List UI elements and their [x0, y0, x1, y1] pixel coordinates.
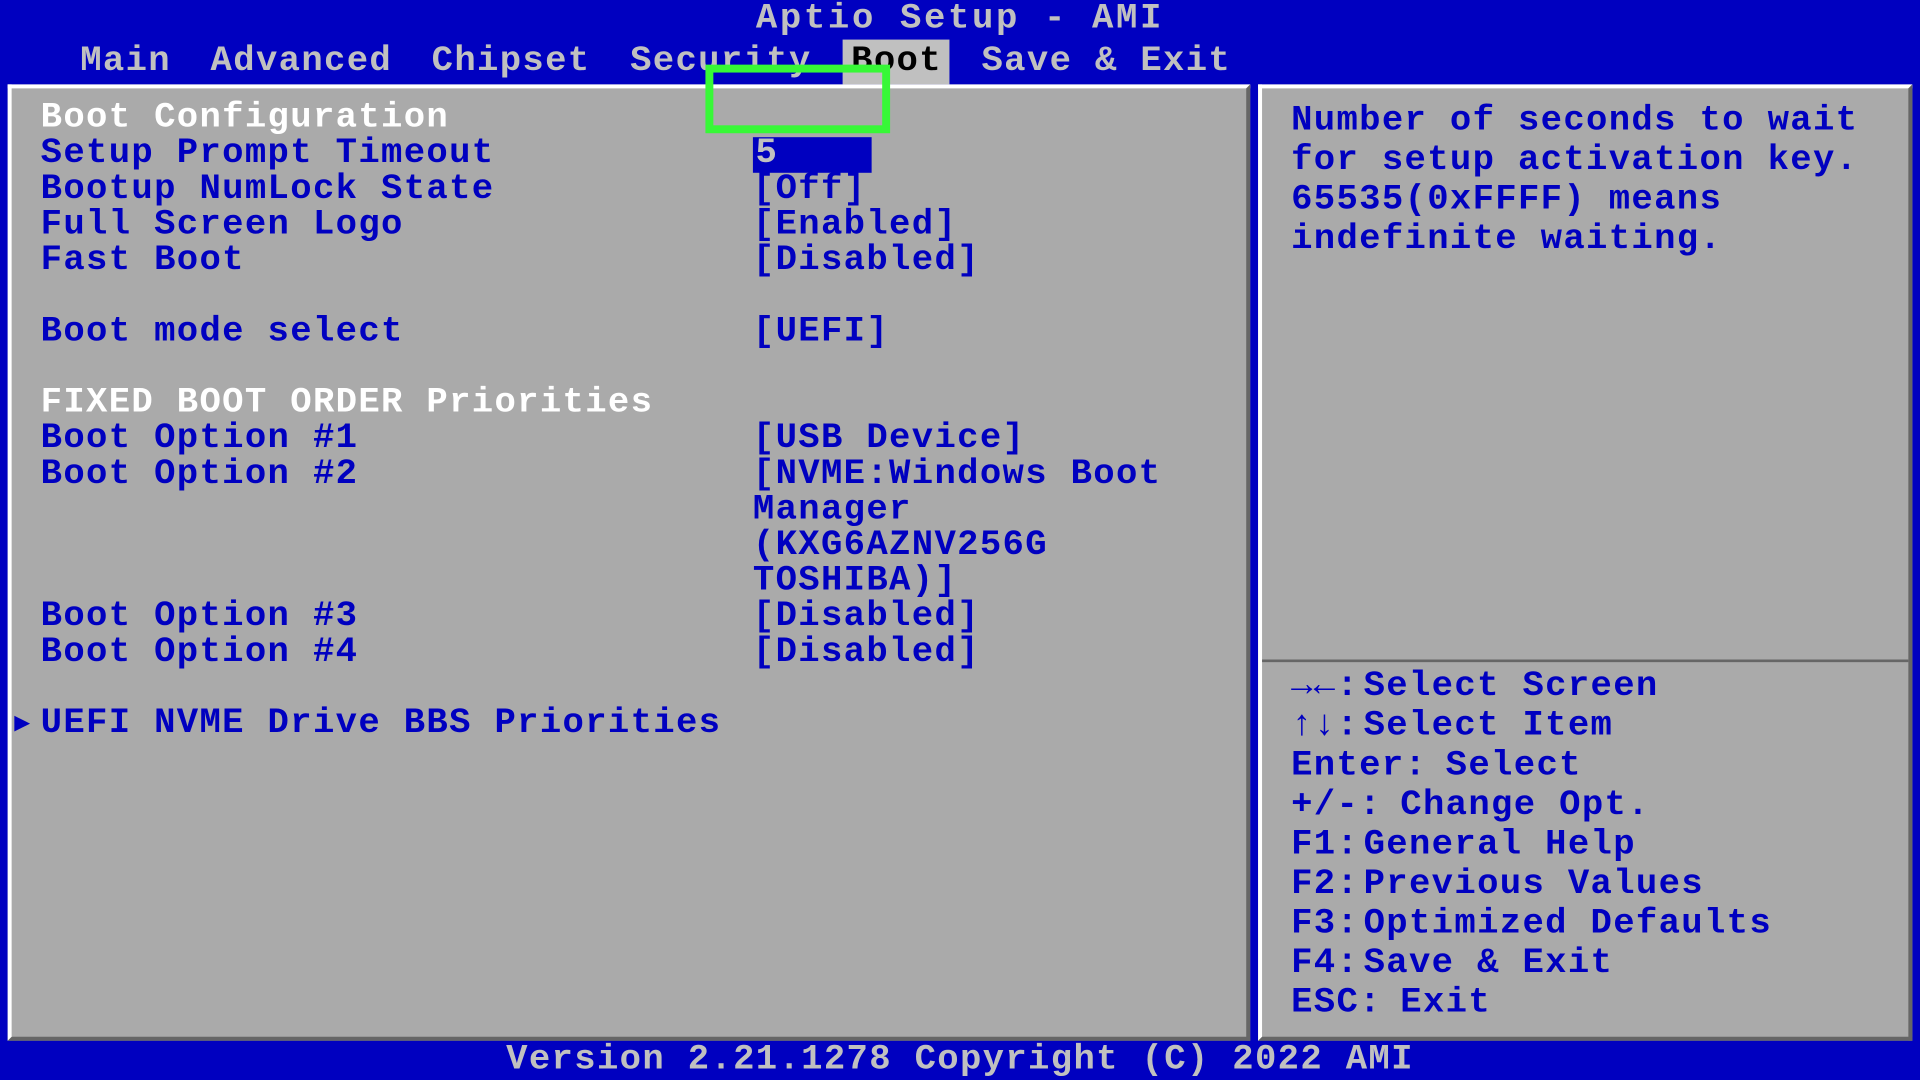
option-label: Setup Prompt Timeout: [41, 137, 753, 173]
option-boot-3[interactable]: Boot Option #3 [Disabled]: [41, 600, 1218, 636]
submenu-uefi-nvme-bbs[interactable]: UEFI NVME Drive BBS Priorities: [41, 707, 722, 743]
option-boot-mode[interactable]: Boot mode select [UEFI]: [41, 315, 1218, 351]
option-numlock[interactable]: Bootup NumLock State [Off]: [41, 173, 1218, 209]
tab-boot[interactable]: Boot: [843, 40, 950, 85]
keyhint-select-screen: →←:Select Screen: [1291, 667, 1879, 707]
option-value[interactable]: [USB Device]: [753, 422, 1025, 458]
option-label: Fast Boot: [41, 244, 753, 280]
option-boot-1[interactable]: Boot Option #1 [USB Device]: [41, 422, 1218, 458]
divider: [1262, 660, 1908, 663]
option-label: Full Screen Logo: [41, 208, 753, 244]
tab-chipset[interactable]: Chipset: [424, 40, 599, 85]
keyhint-f3: F3:Optimized Defaults: [1291, 905, 1879, 945]
option-label: Boot Option #2: [41, 458, 753, 600]
section-fixed-order: FIXED BOOT ORDER Priorities: [41, 386, 654, 422]
option-boot-4[interactable]: Boot Option #4 [Disabled]: [41, 636, 1218, 672]
option-value[interactable]: [Off]: [753, 173, 866, 209]
footer-version: Version 2.21.1278 Copyright (C) 2022 AMI: [0, 1041, 1920, 1080]
keyhint-esc: ESC:Exit: [1291, 984, 1879, 1024]
help-description: Number of seconds to wait for setup acti…: [1291, 102, 1879, 657]
option-label: Boot Option #3: [41, 600, 753, 636]
option-setup-prompt-timeout[interactable]: Setup Prompt Timeout 5: [41, 137, 1218, 173]
option-label: Boot mode select: [41, 315, 753, 351]
keyhint-select-item: ↑↓:Select Item: [1291, 707, 1879, 747]
keyhint-f4: F4:Save & Exit: [1291, 944, 1879, 984]
help-keys: →←:Select Screen ↑↓:Select Item Enter:Se…: [1291, 667, 1879, 1023]
help-pane: Number of seconds to wait for setup acti…: [1258, 84, 1912, 1040]
option-label: Boot Option #1: [41, 422, 753, 458]
option-value[interactable]: [Disabled]: [753, 244, 980, 280]
option-fast-boot[interactable]: Fast Boot [Disabled]: [41, 244, 1218, 280]
option-value[interactable]: 5: [753, 137, 872, 173]
option-boot-2[interactable]: Boot Option #2 [NVME:Windows Boot Manage…: [41, 458, 1218, 600]
main-settings-pane: Boot Configuration Setup Prompt Timeout …: [8, 84, 1250, 1040]
option-value[interactable]: [UEFI]: [753, 315, 889, 351]
option-value[interactable]: [Disabled]: [753, 636, 980, 672]
option-value[interactable]: [Enabled]: [753, 208, 957, 244]
option-value[interactable]: [NVME:Windows Boot Manager (KXG6AZNV256G…: [753, 458, 1175, 600]
section-boot-config: Boot Configuration: [41, 102, 449, 138]
tab-advanced[interactable]: Advanced: [203, 40, 400, 85]
keyhint-f2: F2:Previous Values: [1291, 865, 1879, 905]
bios-title: Aptio Setup - AMI: [0, 0, 1920, 40]
tab-bar: Main Advanced Chipset Security Boot Save…: [0, 40, 1920, 85]
tab-save-exit[interactable]: Save & Exit: [974, 40, 1239, 85]
tab-main[interactable]: Main: [72, 40, 179, 85]
option-label: Boot Option #4: [41, 636, 753, 672]
keyhint-f1: F1:General Help: [1291, 826, 1879, 866]
option-value[interactable]: [Disabled]: [753, 600, 980, 636]
tab-security[interactable]: Security: [622, 40, 819, 85]
keyhint-enter: Enter:Select: [1291, 747, 1879, 787]
option-full-screen-logo[interactable]: Full Screen Logo [Enabled]: [41, 208, 1218, 244]
keyhint-change-opt: +/-:Change Opt.: [1291, 786, 1879, 826]
option-label: Bootup NumLock State: [41, 173, 753, 209]
